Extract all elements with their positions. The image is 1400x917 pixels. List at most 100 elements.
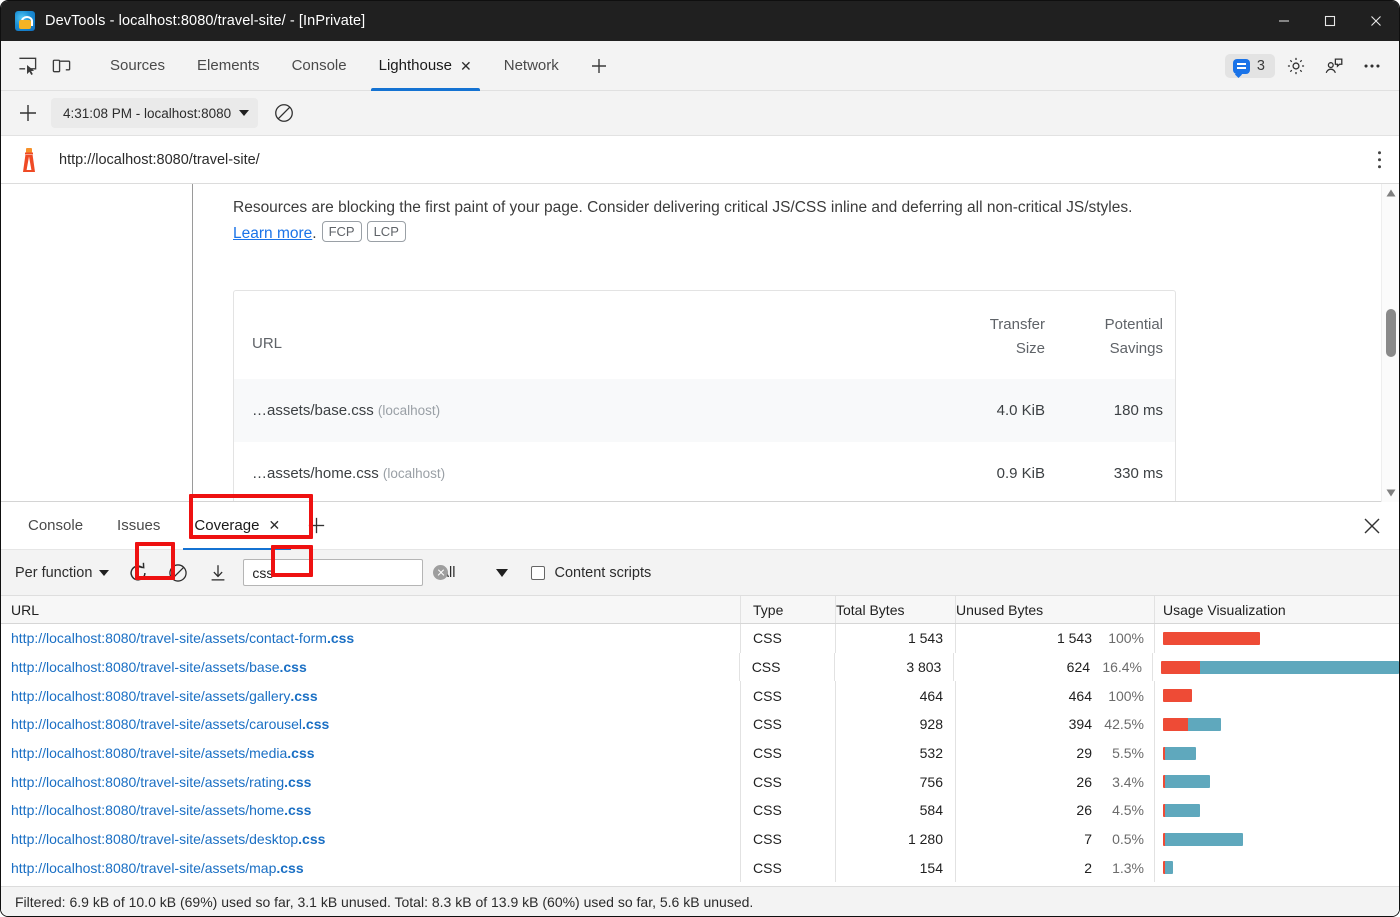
device-emulation-icon[interactable] xyxy=(44,50,78,82)
cell-usage-visualization xyxy=(1155,796,1399,825)
window-title: DevTools - localhost:8080/travel-site/ -… xyxy=(45,13,365,29)
maximize-button[interactable] xyxy=(1307,1,1353,41)
cell-url[interactable]: http://localhost:8080/travel-site/assets… xyxy=(1,825,741,854)
cell-usage-visualization xyxy=(1155,710,1399,739)
scroll-down-icon[interactable] xyxy=(1382,484,1400,502)
coverage-mode-select[interactable]: Per function xyxy=(11,565,115,581)
learn-more-link[interactable]: Learn more xyxy=(233,225,312,242)
header-line-2: Size xyxy=(939,337,1045,361)
export-icon[interactable] xyxy=(201,556,235,590)
table-row[interactable]: http://localhost:8080/travel-site/assets… xyxy=(1,681,1399,710)
unused-bytes-percent: 4.5% xyxy=(1092,802,1144,818)
tab-network[interactable]: Network xyxy=(488,41,575,91)
cell-usage-visualization xyxy=(1155,854,1399,883)
content-scripts-checkbox[interactable]: Content scripts xyxy=(531,565,652,581)
inspect-element-icon[interactable] xyxy=(10,50,44,82)
table-row[interactable]: http://localhost:8080/travel-site/assets… xyxy=(1,739,1399,768)
usage-bar-unused xyxy=(1163,718,1188,731)
unused-bytes-value: 464 xyxy=(1069,688,1092,704)
cell-url[interactable]: http://localhost:8080/travel-site/assets… xyxy=(1,796,741,825)
add-tab-button[interactable] xyxy=(581,46,617,86)
cell-url[interactable]: http://localhost:8080/travel-site/assets… xyxy=(1,710,741,739)
tab-sources[interactable]: Sources xyxy=(94,41,181,91)
cell-total-bytes: 1 543 xyxy=(836,624,956,653)
coverage-url-link[interactable]: http://localhost:8080/travel-site/assets… xyxy=(11,860,304,876)
coverage-url-link[interactable]: http://localhost:8080/travel-site/assets… xyxy=(11,774,311,790)
cell-total-bytes: 532 xyxy=(836,739,956,768)
unused-bytes-percent: 1.3% xyxy=(1092,860,1144,876)
gear-icon[interactable] xyxy=(1279,49,1313,83)
table-row[interactable]: http://localhost:8080/travel-site/assets… xyxy=(1,854,1399,883)
drawer-tab-coverage[interactable]: Coverage ✕ xyxy=(177,502,297,550)
kebab-menu-icon[interactable] xyxy=(1378,151,1382,169)
table-row[interactable]: http://localhost:8080/travel-site/assets… xyxy=(1,825,1399,854)
cell-url[interactable]: http://localhost:8080/travel-site/assets… xyxy=(1,653,740,682)
report-run-selector[interactable]: 4:31:08 PM - localhost:8080 xyxy=(51,98,258,128)
close-icon[interactable]: ✕ xyxy=(460,59,472,73)
audit-table-row: …assets/home.css (localhost) 0.9 KiB 330… xyxy=(234,442,1175,501)
cell-url[interactable]: http://localhost:8080/travel-site/assets… xyxy=(1,681,741,710)
column-header-usage-visualization[interactable]: Usage Visualization xyxy=(1155,596,1399,623)
close-icon[interactable]: ✕ xyxy=(268,517,280,534)
coverage-url-link[interactable]: http://localhost:8080/travel-site/assets… xyxy=(11,716,329,732)
clear-all-icon[interactable] xyxy=(268,97,300,129)
reload-and-start-recording-icon[interactable] xyxy=(121,556,155,590)
cell-url[interactable]: http://localhost:8080/travel-site/assets… xyxy=(1,854,741,883)
coverage-url-link[interactable]: http://localhost:8080/travel-site/assets… xyxy=(11,630,354,646)
table-row[interactable]: http://localhost:8080/travel-site/assets… xyxy=(1,796,1399,825)
audit-table: URL TransferSize PotentialSavings …asset… xyxy=(233,290,1176,501)
table-row[interactable]: http://localhost:8080/travel-site/assets… xyxy=(1,624,1399,653)
column-header-url: URL xyxy=(234,313,939,352)
drawer-close-button[interactable] xyxy=(1363,517,1381,535)
coverage-url-link[interactable]: http://localhost:8080/travel-site/assets… xyxy=(11,802,311,818)
tab-elements[interactable]: Elements xyxy=(181,41,276,91)
issues-badge[interactable]: 3 xyxy=(1225,54,1275,78)
checkbox-box[interactable] xyxy=(531,566,545,580)
tab-lighthouse[interactable]: Lighthouse ✕ xyxy=(363,41,488,91)
coverage-url-link[interactable]: http://localhost:8080/travel-site/assets… xyxy=(11,831,325,847)
feedback-icon[interactable] xyxy=(1317,49,1351,83)
column-header-unused-bytes[interactable]: Unused Bytes xyxy=(956,596,1155,623)
report-scrollbar[interactable] xyxy=(1381,184,1399,502)
usage-bar-used xyxy=(1165,804,1200,817)
coverage-filter-input[interactable] xyxy=(252,565,433,581)
drawer-tab-console[interactable]: Console xyxy=(11,502,100,550)
audit-row-host: (localhost) xyxy=(378,403,440,418)
table-row[interactable]: http://localhost:8080/travel-site/assets… xyxy=(1,767,1399,796)
report-left-gutter xyxy=(1,184,193,501)
table-row[interactable]: http://localhost:8080/travel-site/assets… xyxy=(1,710,1399,739)
scrollbar-thumb[interactable] xyxy=(1386,309,1396,357)
column-header-type[interactable]: Type xyxy=(741,596,836,623)
issues-count: 3 xyxy=(1257,58,1265,74)
coverage-url-link[interactable]: http://localhost:8080/travel-site/assets… xyxy=(11,688,318,704)
cell-unused-bytes: 70.5% xyxy=(956,825,1155,854)
coverage-filter-input-wrapper[interactable] xyxy=(243,559,423,586)
column-header-url[interactable]: URL xyxy=(1,596,741,623)
audit-table-header: URL TransferSize PotentialSavings xyxy=(234,291,1175,379)
unused-bytes-value: 29 xyxy=(1076,745,1092,761)
usage-bar-unused xyxy=(1163,689,1192,702)
coverage-type-chevron-down-icon[interactable] xyxy=(496,569,508,577)
table-row[interactable]: http://localhost:8080/travel-site/assets… xyxy=(1,653,1399,682)
tab-console[interactable]: Console xyxy=(276,41,363,91)
url-extension: .css xyxy=(298,831,325,847)
coverage-url-link[interactable]: http://localhost:8080/travel-site/assets… xyxy=(11,745,315,761)
cell-url[interactable]: http://localhost:8080/travel-site/assets… xyxy=(1,767,741,796)
clear-all-icon[interactable] xyxy=(161,556,195,590)
more-options-icon[interactable] xyxy=(1355,49,1389,83)
scroll-up-icon[interactable] xyxy=(1382,184,1400,202)
close-button[interactable] xyxy=(1353,1,1399,41)
column-header-total-bytes[interactable]: Total Bytes xyxy=(836,596,956,623)
cell-url[interactable]: http://localhost:8080/travel-site/assets… xyxy=(1,624,741,653)
drawer-tab-issues[interactable]: Issues xyxy=(100,502,177,550)
cell-type: CSS xyxy=(741,681,836,710)
minimize-button[interactable] xyxy=(1261,1,1307,41)
cell-url[interactable]: http://localhost:8080/travel-site/assets… xyxy=(1,739,741,768)
drawer-add-tab-button[interactable] xyxy=(297,506,335,546)
coverage-url-link[interactable]: http://localhost:8080/travel-site/assets… xyxy=(11,659,307,675)
cell-type: CSS xyxy=(741,710,836,739)
new-report-button[interactable] xyxy=(11,98,45,128)
lighthouse-report-area: Resources are blocking the first paint o… xyxy=(1,184,1399,502)
cell-unused-bytes: 62416.4% xyxy=(954,653,1153,682)
cell-unused-bytes: 21.3% xyxy=(956,854,1155,883)
